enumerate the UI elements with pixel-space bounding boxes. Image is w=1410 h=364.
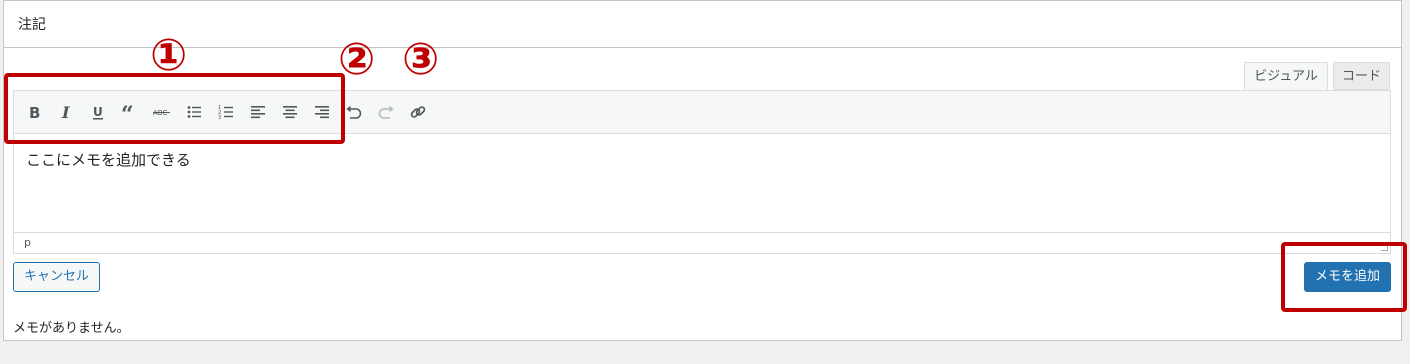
element-path[interactable]: p	[24, 236, 31, 249]
annotation-number-1: ①	[150, 30, 188, 81]
no-notes-message: メモがありません。	[13, 321, 130, 336]
redo-button[interactable]	[372, 99, 400, 125]
link-icon	[410, 106, 426, 118]
redo-icon	[378, 105, 394, 119]
editor-content[interactable]: ここにメモを追加できる	[26, 149, 191, 170]
toolbar-highlight-box	[4, 73, 345, 144]
panel-header: 注記	[4, 1, 1401, 48]
panel-title: 注記	[18, 17, 46, 33]
editor-statusbar: p	[14, 232, 1390, 253]
annotation-number-3: ③	[402, 34, 440, 85]
cancel-button[interactable]: キャンセル	[13, 262, 100, 292]
tab-visual[interactable]: ビジュアル	[1244, 62, 1328, 90]
undo-icon	[346, 105, 362, 119]
tab-code[interactable]: コード	[1333, 62, 1390, 90]
add-button-highlight-box	[1281, 242, 1407, 312]
link-button[interactable]	[404, 99, 432, 125]
